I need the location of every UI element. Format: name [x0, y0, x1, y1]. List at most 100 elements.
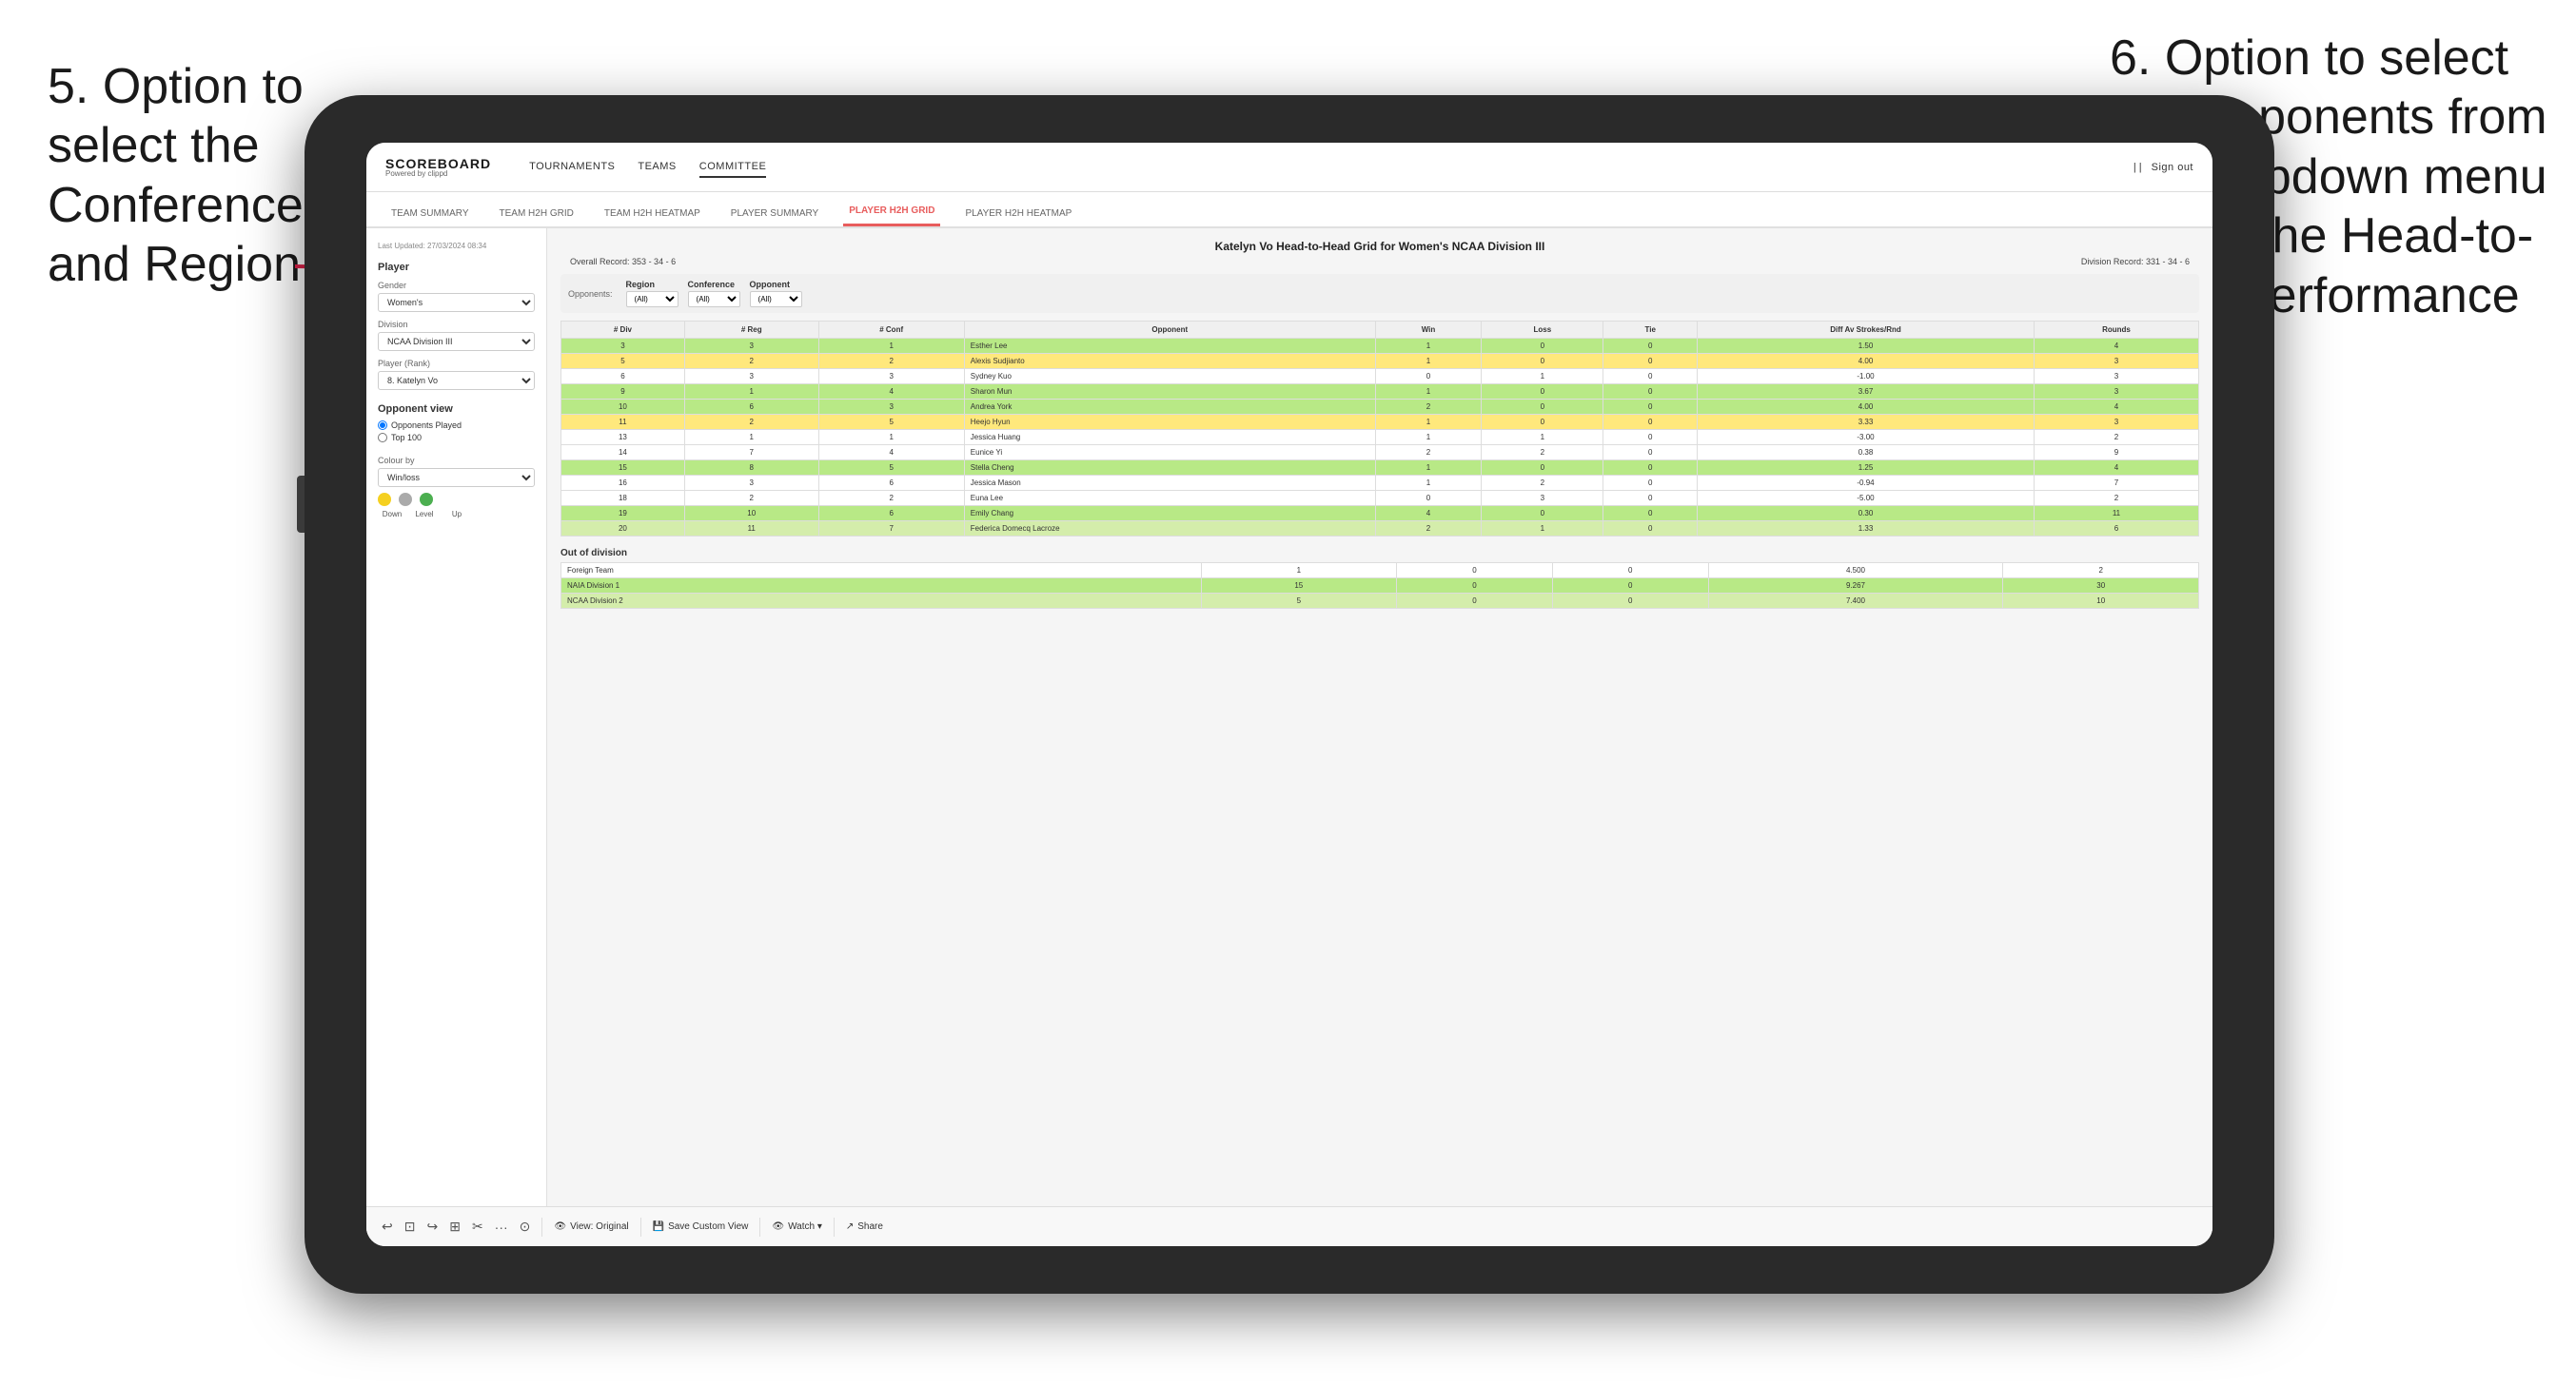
row-7-cell-7: 0.38: [1698, 445, 2035, 460]
row-5-cell-7: 3.33: [1698, 415, 2035, 430]
row-3-cell-0: 9: [561, 384, 685, 400]
row-6-cell-3: Jessica Huang: [964, 430, 1375, 445]
row-0-cell-5: 0: [1482, 339, 1603, 354]
nav-item-tournaments[interactable]: TOURNAMENTS: [529, 157, 615, 178]
region-filter-group: Region (All): [626, 280, 678, 307]
dot-icon: ···: [495, 1220, 508, 1235]
clock-icon[interactable]: ⊙: [520, 1219, 531, 1235]
row-8-cell-4: 1: [1375, 460, 1482, 476]
gender-select[interactable]: Women's Men's: [378, 293, 535, 312]
row-1-cell-8: 3: [2034, 354, 2198, 369]
row-11-cell-4: 4: [1375, 506, 1482, 521]
view-original-button[interactable]: 👁 View: Original: [554, 1221, 628, 1232]
table-row: 522Alexis Sudjianto1004.003: [561, 354, 2199, 369]
division-label: Division: [378, 320, 535, 329]
top100-radio[interactable]: [378, 433, 387, 442]
dot-level: [399, 493, 412, 506]
save-custom-view-button[interactable]: 💾 Save Custom View: [653, 1221, 749, 1232]
sub-nav-team-summary[interactable]: TEAM SUMMARY: [385, 201, 475, 226]
nav-divider-icon: | |: [2134, 162, 2142, 173]
opponent-view-section: Opponent view Opponents Played Top 100: [378, 403, 535, 442]
share-button[interactable]: ↗ Share: [846, 1221, 883, 1232]
colour-dots-row: [378, 493, 535, 506]
watch-button[interactable]: 👁 Watch ▾: [772, 1221, 821, 1232]
nav-item-committee[interactable]: COMMITTEE: [699, 157, 767, 178]
row-7-cell-1: 7: [684, 445, 818, 460]
sub-nav-team-h2h-heatmap[interactable]: TEAM H2H HEATMAP: [599, 201, 706, 226]
division-select[interactable]: NCAA Division III NCAA Division I NCAA D…: [378, 332, 535, 351]
undo-icon[interactable]: ↩: [382, 1219, 393, 1235]
row-8-cell-8: 4: [2034, 460, 2198, 476]
redo-icon[interactable]: ↪: [426, 1219, 438, 1235]
row-12-cell-0: 20: [561, 521, 685, 537]
dot-up: [420, 493, 433, 506]
out-of-division-table: Foreign Team1004.5002NAIA Division 11500…: [560, 562, 2199, 609]
row-10-cell-3: Euna Lee: [964, 491, 1375, 506]
share-icon: ↗: [846, 1221, 854, 1232]
row-12-cell-2: 7: [818, 521, 964, 537]
expand-icon[interactable]: ⊞: [449, 1219, 461, 1235]
row-9-cell-6: 0: [1603, 476, 1698, 491]
row-7-cell-6: 0: [1603, 445, 1698, 460]
top100-option[interactable]: Top 100: [378, 433, 535, 442]
row-2-cell-1: 3: [684, 369, 818, 384]
conference-filter-select[interactable]: (All): [688, 291, 740, 307]
app-navbar: SCOREBOARD Powered by clippd TOURNAMENTS…: [366, 143, 2212, 192]
tablet-side-button: [297, 476, 305, 533]
scissors-icon[interactable]: ✂: [472, 1219, 483, 1235]
row-0-cell-3: Esther Lee: [964, 339, 1375, 354]
row-4-cell-3: Andrea York: [964, 400, 1375, 415]
row-6-cell-7: -3.00: [1698, 430, 2035, 445]
sign-out-link[interactable]: Sign out: [2152, 158, 2193, 177]
dot-label-up: Up: [442, 510, 471, 518]
opponents-played-radio[interactable]: [378, 420, 387, 430]
region-filter-select[interactable]: (All): [626, 291, 678, 307]
conference-filter-title: Conference: [688, 280, 740, 289]
player-rank-select[interactable]: 8. Katelyn Vo: [378, 371, 535, 390]
sub-nav-team-h2h-grid[interactable]: TEAM H2H GRID: [494, 201, 580, 226]
row-10-cell-8: 2: [2034, 491, 2198, 506]
row-0-cell-6: 0: [1603, 339, 1698, 354]
opponents-played-option[interactable]: Opponents Played: [378, 420, 535, 430]
row-1-cell-1: 2: [684, 354, 818, 369]
row-6-cell-4: 1: [1375, 430, 1482, 445]
row-1-cell-0: 5: [561, 354, 685, 369]
row-5-cell-5: 0: [1482, 415, 1603, 430]
ood-table-row: Foreign Team1004.5002: [561, 563, 2199, 578]
sub-nav-player-h2h-grid[interactable]: PLAYER H2H GRID: [843, 198, 940, 226]
colour-by-select[interactable]: Win/loss: [378, 468, 535, 487]
overall-record-value: 353 - 34 - 6: [632, 257, 676, 266]
row-5-cell-2: 5: [818, 415, 964, 430]
row-10-cell-0: 18: [561, 491, 685, 506]
row-11-cell-5: 0: [1482, 506, 1603, 521]
ood-row-2-cell-4: 10: [2003, 594, 2199, 609]
row-0-cell-0: 3: [561, 339, 685, 354]
row-4-cell-7: 4.00: [1698, 400, 2035, 415]
row-5-cell-6: 0: [1603, 415, 1698, 430]
col-header-diff: Diff Av Strokes/Rnd: [1698, 322, 2035, 339]
opponent-filter-group: Opponent (All): [750, 280, 802, 307]
row-7-cell-2: 4: [818, 445, 964, 460]
ood-table-row: NAIA Division 115009.26730: [561, 578, 2199, 594]
row-10-cell-6: 0: [1603, 491, 1698, 506]
row-12-cell-1: 11: [684, 521, 818, 537]
row-9-cell-8: 7: [2034, 476, 2198, 491]
sub-nav-player-h2h-heatmap[interactable]: PLAYER H2H HEATMAP: [959, 201, 1077, 226]
sub-nav-player-summary[interactable]: PLAYER SUMMARY: [725, 201, 824, 226]
ood-row-2-cell-3: 7.400: [1708, 594, 2003, 609]
nav-item-teams[interactable]: TEAMS: [638, 157, 676, 178]
opponent-filter-select[interactable]: (All): [750, 291, 802, 307]
row-8-cell-7: 1.25: [1698, 460, 2035, 476]
row-6-cell-2: 1: [818, 430, 964, 445]
row-12-cell-7: 1.33: [1698, 521, 2035, 537]
grid-icon[interactable]: ⊡: [404, 1219, 416, 1235]
ood-row-1-label: NAIA Division 1: [561, 578, 1202, 594]
row-4-cell-5: 0: [1482, 400, 1603, 415]
opponent-filter-selects: (All): [750, 291, 802, 307]
col-header-conf: # Conf: [818, 322, 964, 339]
ood-row-1-cell-3: 9.267: [1708, 578, 2003, 594]
col-header-tie: Tie: [1603, 322, 1698, 339]
row-5-cell-4: 1: [1375, 415, 1482, 430]
row-7-cell-4: 2: [1375, 445, 1482, 460]
table-row: 1585Stella Cheng1001.254: [561, 460, 2199, 476]
